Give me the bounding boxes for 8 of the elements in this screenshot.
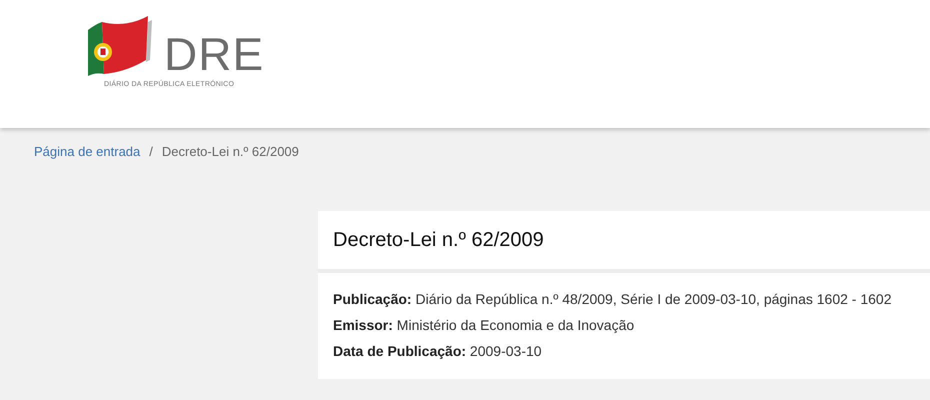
detail-line: Publicação: Diário da República n.º 48/2009, Série I de 2009-03-10, páginas 1602 - 1602: [333, 291, 892, 307]
breadcrumb-link[interactable]: Página de entrada: [34, 144, 140, 159]
detail-line: Data de Publicação: 2009-03-10: [333, 343, 543, 359]
breadcrumb-separator: /: [149, 144, 153, 159]
document-title: Decreto-Lei n.º 62/2009: [333, 228, 544, 252]
logo-text: DRE: [164, 34, 264, 74]
detail-line: Emissor: Ministério da Economia e da Inovação: [333, 317, 636, 333]
breadcrumb-current: Decreto-Lei n.º 62/2009: [162, 144, 299, 159]
